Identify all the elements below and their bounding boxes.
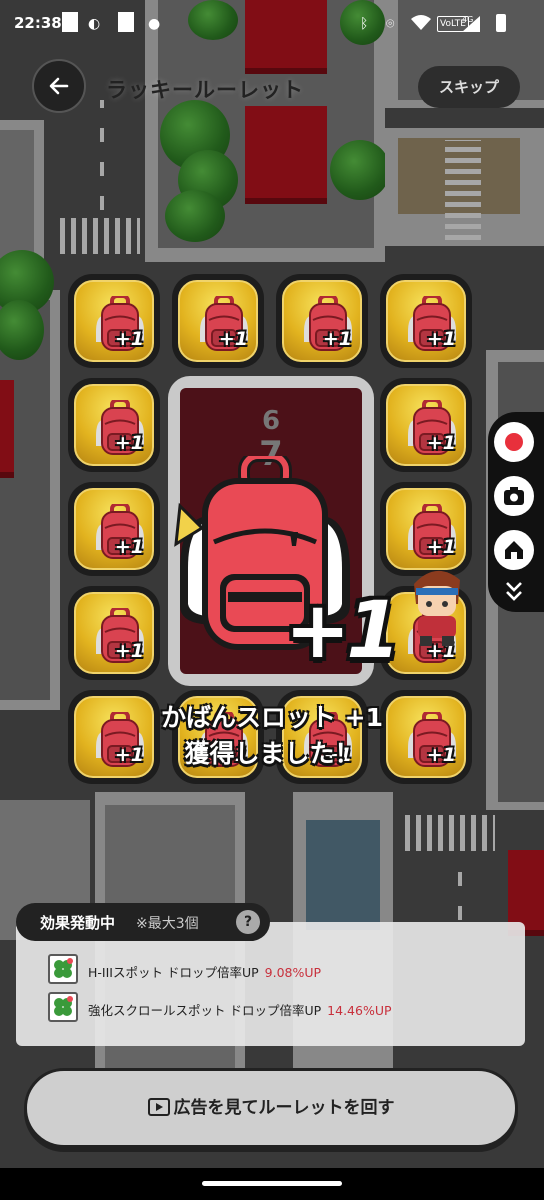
reward-line-2: 獲得しました！	[184, 739, 360, 768]
notification-icon	[118, 12, 134, 32]
reward-amount: +1	[285, 586, 401, 676]
roulette-tile: +1	[172, 274, 264, 368]
effects-tab-note: ※最大3個	[136, 916, 199, 932]
record-icon	[505, 433, 523, 451]
screen-recorder-bar	[488, 412, 544, 612]
mic-icon: ●	[148, 16, 161, 32]
camera-icon	[504, 487, 524, 505]
reward-message: かばんスロット +1 獲得しました！	[0, 700, 544, 772]
effect-label: 強化スクロールスポット ドロップ倍率UP	[88, 1003, 322, 1018]
tile-badge: +1	[426, 432, 456, 454]
effects-tab-label: 効果発動中	[40, 914, 116, 932]
watch-ad-spin-button[interactable]: 広告を見てルーレットを回す	[24, 1068, 518, 1148]
location-icon: ⌾	[386, 16, 395, 32]
roulette-tile: +1	[380, 274, 472, 368]
roulette-tile: +1	[276, 274, 368, 368]
arrow-left-icon	[49, 77, 69, 95]
page-title: ラッキールーレット	[106, 78, 304, 102]
effects-tab: 効果発動中 ※最大3個 ?	[16, 903, 270, 941]
effect-value: 14.46%UP	[327, 1003, 392, 1018]
player-character	[400, 564, 472, 652]
clover-icon	[48, 992, 78, 1022]
effect-value: 9.08%UP	[264, 965, 322, 980]
effect-label: H-IIIスポット ドロップ倍率UP	[88, 965, 259, 980]
status-bar: 22:38 ◐ ● ᛒ ⌾ VoLTE 4G	[0, 0, 544, 52]
tile-badge: +1	[322, 328, 352, 350]
skip-button[interactable]: スキップ	[418, 66, 520, 108]
signal-icon	[462, 14, 480, 34]
flashlight-icon: ◐	[88, 16, 101, 32]
roulette-tile: +1	[68, 378, 160, 472]
tile-badge: +1	[218, 328, 248, 350]
clover-icon	[48, 954, 78, 984]
collapse-button[interactable]	[498, 580, 530, 604]
play-icon	[147, 1098, 170, 1116]
tile-badge: +1	[426, 328, 456, 350]
screenshot-button[interactable]	[494, 476, 534, 516]
roulette-tile: +1	[68, 274, 160, 368]
notification-icon	[62, 12, 78, 32]
tile-badge: +1	[114, 640, 144, 662]
back-button[interactable]	[32, 59, 86, 113]
tile-badge: +1	[114, 328, 144, 350]
home-icon	[505, 541, 523, 559]
home-button[interactable]	[494, 530, 534, 570]
tile-badge: +1	[114, 432, 144, 454]
reward-line-1: かばんスロット +1	[160, 703, 384, 732]
battery-icon	[496, 14, 506, 32]
help-button[interactable]: ?	[236, 910, 260, 934]
home-indicator[interactable]	[202, 1181, 342, 1186]
status-time: 22:38	[14, 14, 62, 32]
tile-badge: +1	[426, 536, 456, 558]
tile-badge: +1	[114, 536, 144, 558]
roulette-tile: +1	[68, 586, 160, 680]
roulette-tile: +1	[380, 378, 472, 472]
reel-number: 6	[261, 406, 281, 436]
watch-ad-spin-label: 広告を見てルーレットを回す	[173, 1098, 395, 1118]
roulette-tile: +1	[68, 482, 160, 576]
roulette-tile: +1	[380, 482, 472, 576]
chevrons-down-icon	[506, 582, 522, 601]
wifi-icon	[410, 14, 432, 34]
record-button[interactable]	[494, 422, 534, 462]
bluetooth-icon: ᛒ	[360, 16, 369, 32]
game-screen: 22:38 ◐ ● ᛒ ⌾ VoLTE 4G ラッキールーレット スキップ +1…	[0, 0, 544, 1200]
